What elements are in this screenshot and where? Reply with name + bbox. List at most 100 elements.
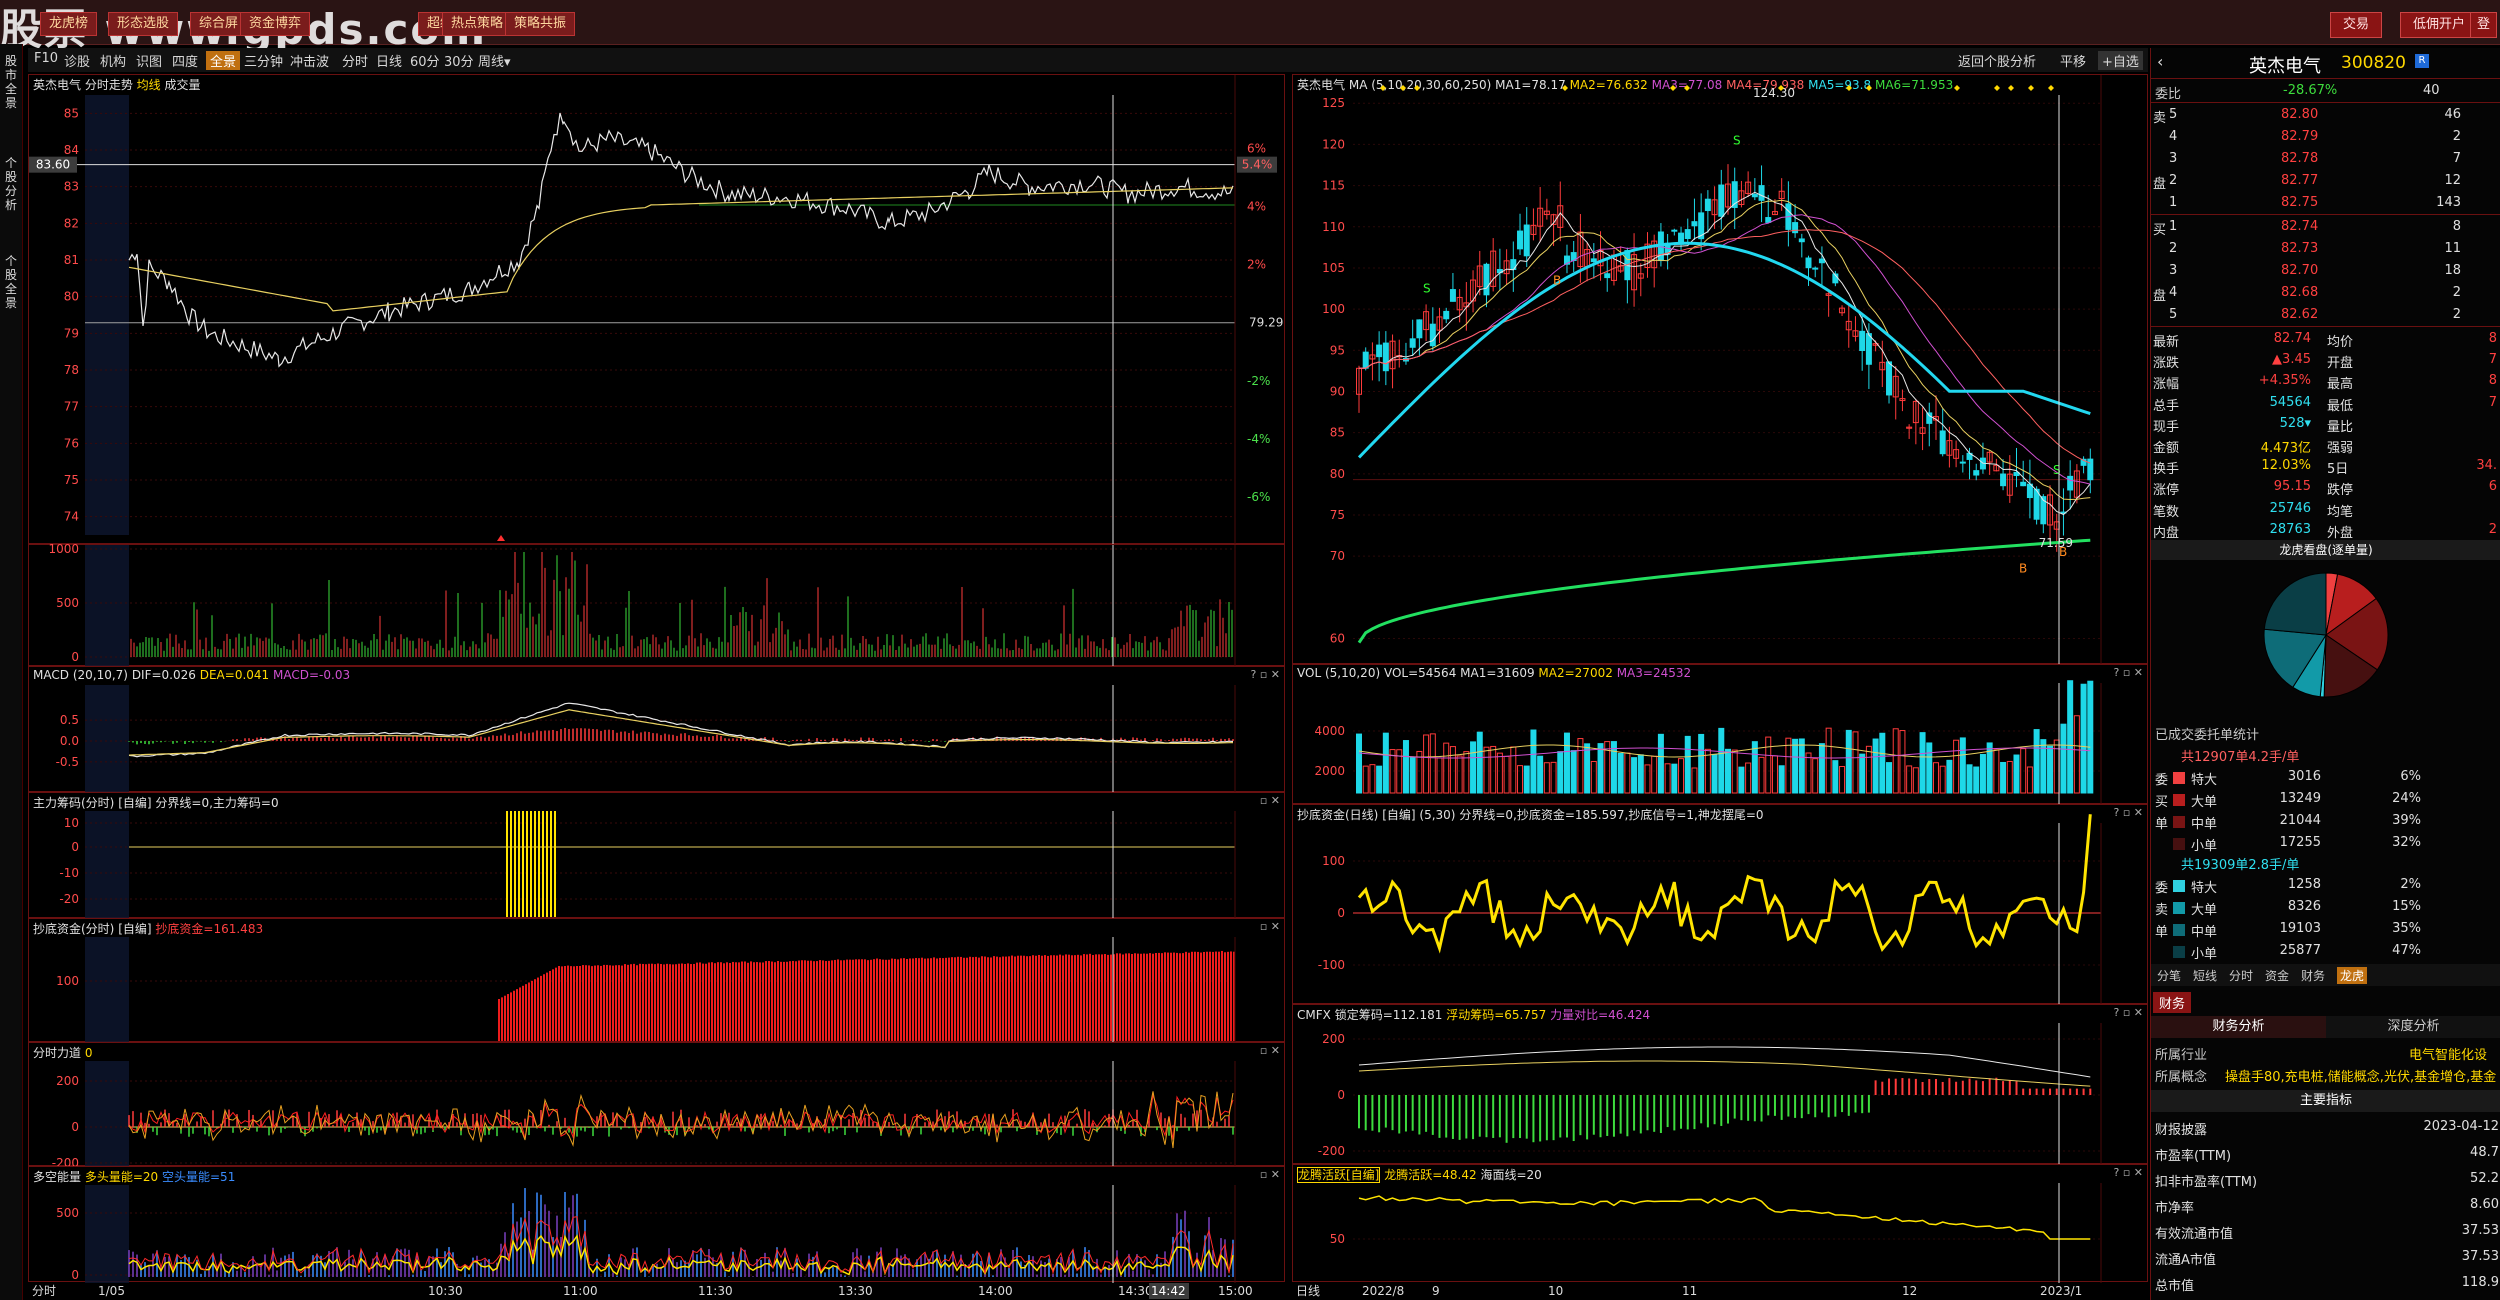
ask-row[interactable]: 卖 5 82.80 46: [2151, 104, 2500, 126]
intraday-force-chart[interactable]: 2000-200: [29, 1043, 1286, 1170]
macd-tick-label: 0.5: [60, 713, 79, 727]
intraday-bottom-fund-chart[interactable]: 100: [29, 919, 1286, 1043]
kvol-bar: [1550, 761, 1557, 794]
candle-body: [1865, 333, 1872, 365]
top-button-hot-strategy[interactable]: 热点策略: [442, 12, 513, 36]
intraday-volume-chart[interactable]: 1000 500 0: [29, 542, 1286, 667]
quote-tab-5[interactable]: 龙虎: [2337, 967, 2368, 984]
intraday-macd-chart[interactable]: 0.5 0.0 -0.5: [29, 667, 1286, 793]
add-watchlist-button[interactable]: +自选: [2098, 51, 2143, 70]
bid-level: 3: [2169, 263, 2178, 278]
buy-stat-color-swatch: [2173, 816, 2185, 828]
kline-cmfx-chart[interactable]: 200 0 -200: [1293, 1005, 2149, 1165]
pct-tick-label: 2%: [1247, 258, 1266, 272]
tool-intraday[interactable]: 分时: [342, 51, 368, 70]
login-button[interactable]: 登: [2470, 12, 2498, 38]
top-button-fund-game[interactable]: 资金博弈: [240, 12, 311, 36]
buy-stat-side: 买: [2155, 795, 2169, 810]
quote-tab-4[interactable]: 财务: [2301, 967, 2325, 984]
quote-tab-1[interactable]: 短线: [2193, 967, 2217, 984]
tool-30min[interactable]: 30分: [444, 51, 474, 70]
kline-volume-chart[interactable]: 4000 2000: [1293, 665, 2149, 805]
view-toolbar: F10 诊股 机构 识图 四度 全景 三分钟 冲击波 分时 日线 60分 30分…: [28, 48, 2148, 72]
finance-tab[interactable]: 财务: [2153, 992, 2192, 1013]
sell-stat-pct: 47%: [2392, 943, 2421, 958]
open-account-button[interactable]: 低佣开户: [2400, 12, 2479, 38]
ask-row[interactable]: 1 82.75 143: [2151, 192, 2500, 214]
tool-daily[interactable]: 日线: [376, 51, 402, 70]
trade-button[interactable]: 交易: [2330, 12, 2383, 38]
kvol-bar: [2006, 760, 2013, 794]
top-button-dragon[interactable]: 龙虎榜: [40, 12, 98, 36]
sell-stat-pct: 15%: [2392, 899, 2421, 914]
kvol-bar: [1711, 753, 1718, 794]
bid-row[interactable]: 5 82.62 2: [2151, 304, 2500, 326]
tool-diagnose[interactable]: 诊股: [64, 51, 90, 70]
tool-60min[interactable]: 60分: [410, 51, 440, 70]
stock-name: 英杰电气: [2249, 56, 2321, 77]
tool-weekly[interactable]: 周线▾: [478, 51, 511, 70]
quote-tab-3[interactable]: 资金: [2265, 967, 2289, 984]
side-tab-stock-analysis[interactable]: 个股分析: [2, 156, 20, 212]
kvol-bar: [1362, 765, 1369, 794]
finance-analysis-tab[interactable]: 财务分析: [2151, 1016, 2326, 1038]
buy-stat-color-swatch: [2173, 794, 2185, 806]
quote-tab-2[interactable]: 分时: [2229, 967, 2253, 984]
stat-left-label: 涨停: [2153, 483, 2180, 499]
side-tab-stock-panorama[interactable]: 个股全景: [2, 254, 20, 310]
kline-bottom-fund-chart[interactable]: 100 0 -100: [1293, 805, 2149, 1005]
main-force-chart[interactable]: 10 0 -10 -20: [29, 793, 1286, 919]
signal-diamond: [1684, 85, 1690, 91]
side-tab-market[interactable]: 股市全景: [2, 54, 20, 110]
quote-tab-0[interactable]: 分笔: [2157, 967, 2181, 984]
tool-four-degree[interactable]: 四度: [172, 51, 198, 70]
intraday-energy-chart[interactable]: 500 0: [29, 1167, 1286, 1283]
intraday-volume-panel: 1000 500 0: [28, 542, 1286, 667]
sell-stat-pct: 2%: [2400, 877, 2421, 892]
top-menu-bar: 股票 www.gpds.com 龙虎榜 形态选股 综合屏 资金博弈 超级选股 热…: [0, 0, 2500, 54]
sell-stat-pct: 35%: [2392, 921, 2421, 936]
stat-left-value: +4.35%: [2258, 373, 2311, 389]
kline-dragon-panel: 龙腾活跃[自编] 龙腾活跃=48.42 海面线=20 ? ▫ ✕ 50: [1292, 1164, 2149, 1283]
stat-left-value: 28763: [2269, 521, 2311, 537]
pan-button[interactable]: 平移: [2060, 51, 2086, 70]
top-button-pattern[interactable]: 形态选股: [108, 12, 179, 36]
kline-dragon-chart[interactable]: 50: [1293, 1165, 2149, 1283]
tool-f10[interactable]: F10: [34, 51, 58, 66]
tool-panorama[interactable]: 全景: [206, 51, 241, 70]
price-tick-label: 81: [64, 253, 79, 267]
bid-row[interactable]: 3 82.70 18: [2151, 260, 2500, 282]
ask-row[interactable]: 4 82.79 2: [2151, 126, 2500, 148]
bid-row[interactable]: 盘 4 82.68 2: [2151, 282, 2500, 304]
ask-row[interactable]: 3 82.78 7: [2151, 148, 2500, 170]
tool-chart-recognition[interactable]: 识图: [136, 51, 162, 70]
tool-shockwave[interactable]: 冲击波: [290, 51, 329, 70]
bid-row[interactable]: 2 82.73 11: [2151, 238, 2500, 260]
high-price-label: 124.30: [1753, 86, 1795, 100]
ask-price: 82.79: [2281, 129, 2319, 144]
finance-row: 财报披露 2023-04-12: [2151, 1116, 2500, 1138]
time-tick-label: 11:00: [563, 1284, 598, 1298]
top-button-strategy-resonance[interactable]: 策略共振: [505, 12, 576, 36]
back-arrow-icon[interactable]: ‹: [2157, 52, 2163, 71]
bid-row[interactable]: 买 1 82.74 8: [2151, 216, 2500, 238]
finance-label: 财报披露: [2155, 1123, 2208, 1138]
side-tab-bar: 股市全景 个股分析 个股全景: [0, 44, 23, 1300]
intraday-chart[interactable]: 85 84 83 82 81 80 79 78 77 76 75 74 79.29 6% 4% 2% -2% -4…: [29, 75, 1286, 545]
kline-chart[interactable]: 125 120 115 110 105 100 95 90 85 80 75 70 60 124.30 71…: [1293, 75, 2149, 665]
buy-order-stats: 委 特大 3016 6% 买 大单 13249 24% 单 中单 21044 39% 小单 17255 32…: [2151, 766, 2500, 858]
stat-right-value: 2: [2488, 521, 2497, 537]
macd-dif-line: [128, 702, 1234, 758]
top-button-composite[interactable]: 综合屏: [190, 12, 248, 36]
kvol-bar: [1476, 731, 1483, 794]
deep-analysis-tab[interactable]: 深度分析: [2326, 1016, 2500, 1038]
ask-volume: 2: [2452, 129, 2461, 144]
back-to-analysis-button[interactable]: 返回个股分析: [1958, 51, 2036, 70]
kvol-bar: [1664, 763, 1671, 794]
tool-three-minute[interactable]: 三分钟: [244, 51, 283, 70]
kvol-bar: [1376, 765, 1383, 794]
ask-row[interactable]: 盘 2 82.77 12: [2151, 170, 2500, 192]
tool-institution[interactable]: 机构: [100, 51, 126, 70]
sell-stat-color-swatch: [2173, 880, 2185, 892]
kline-tick-label: 125: [1322, 96, 1345, 110]
